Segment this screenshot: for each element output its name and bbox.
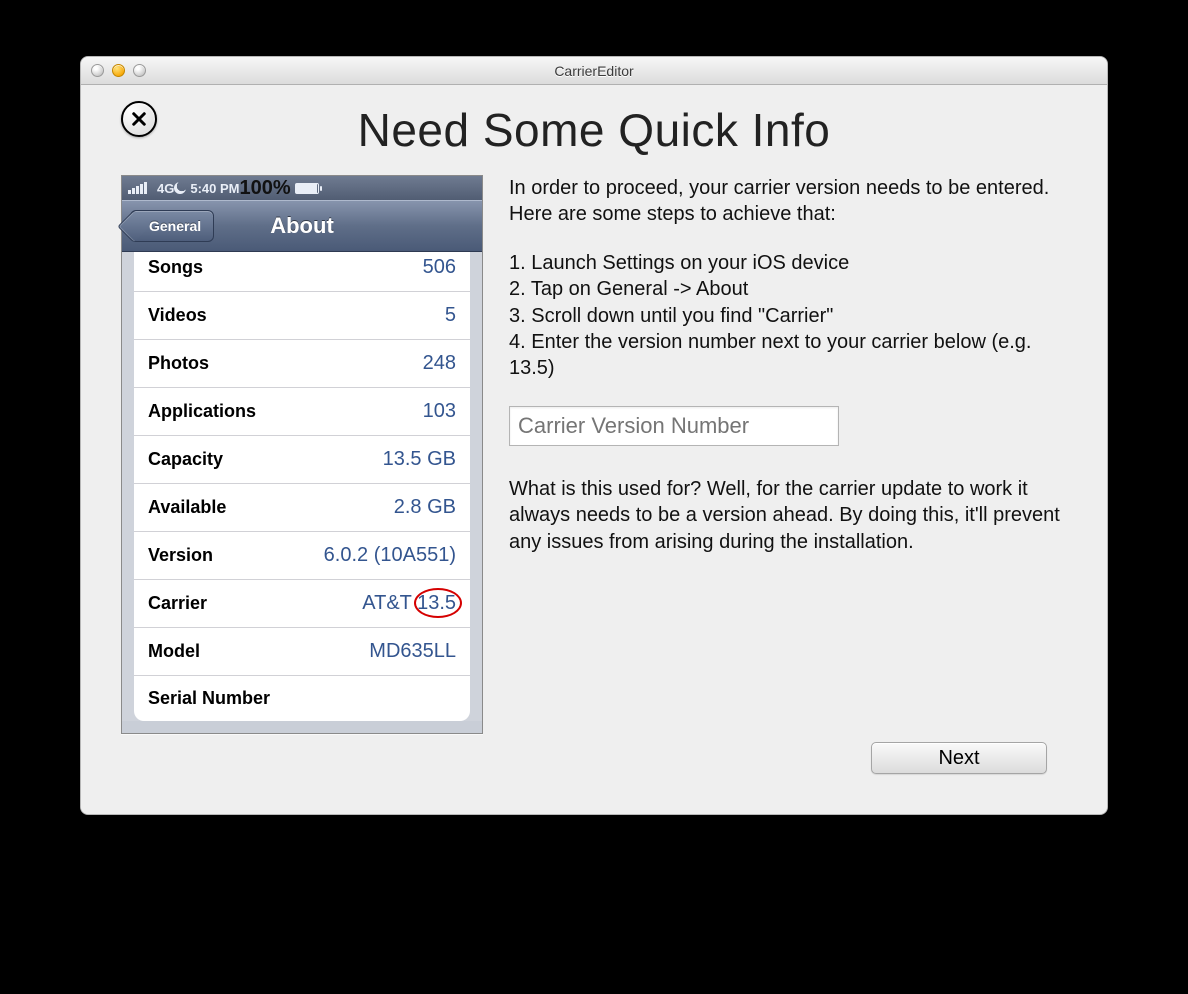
about-row: Version 6.0.2 (10A551) — [134, 532, 470, 580]
row-label: Available — [148, 497, 226, 518]
explanation-text: What is this used for? Well, for the car… — [509, 476, 1067, 555]
close-icon — [130, 110, 148, 128]
battery-icon — [295, 183, 319, 194]
row-value: 248 — [423, 352, 456, 375]
step-item: 1. Launch Settings on your iOS device — [509, 250, 1067, 276]
row-label: Serial Number — [148, 688, 270, 709]
about-row: Carrier AT&T 13.5 — [134, 580, 470, 628]
row-value: MD635LL — [369, 640, 456, 663]
highlight-circle — [414, 588, 462, 618]
row-value: 5 — [445, 304, 456, 327]
intro-text: In order to proceed, your carrier versio… — [509, 175, 1067, 228]
row-value: 103 — [423, 400, 456, 423]
row-label: Photos — [148, 353, 209, 374]
row-label: Capacity — [148, 449, 223, 470]
ios-about-list: Songs 506 Videos 5 Photos 248 Applications 103 C… — [122, 252, 482, 721]
ios-status-bar: 4G 5:40 PM 100% — [122, 176, 482, 200]
status-net: 4G — [157, 181, 174, 196]
window-title: CarrierEditor — [81, 63, 1107, 79]
about-row: Capacity 13.5 GB — [134, 436, 470, 484]
steps-list: 1. Launch Settings on your iOS device2. … — [509, 250, 1067, 382]
about-row: Model MD635LL — [134, 628, 470, 676]
signal-icon — [128, 182, 147, 194]
row-label: Model — [148, 641, 200, 662]
next-button[interactable]: Next — [871, 742, 1047, 774]
status-time: 5:40 PM — [190, 181, 239, 196]
about-row: Available 2.8 GB — [134, 484, 470, 532]
app-window: CarrierEditor Need Some Quick Info 4G — [80, 56, 1108, 815]
status-battery-pct: 100% — [239, 175, 290, 201]
row-value: 2.8 GB — [394, 496, 456, 519]
ios-navbar: General About — [122, 200, 482, 252]
page-heading: Need Some Quick Info — [121, 103, 1067, 157]
about-row: Songs 506 — [134, 252, 470, 292]
step-item: 2. Tap on General -> About — [509, 276, 1067, 302]
about-row: Serial Number — [134, 676, 470, 721]
instructions-panel: In order to proceed, your carrier versio… — [509, 175, 1067, 734]
about-row: Videos 5 — [134, 292, 470, 340]
carrier-version-input[interactable] — [509, 406, 839, 446]
moon-icon — [174, 182, 186, 194]
titlebar: CarrierEditor — [81, 57, 1107, 85]
row-label: Applications — [148, 401, 256, 422]
row-label: Songs — [148, 257, 203, 278]
about-row: Photos 248 — [134, 340, 470, 388]
row-value: 6.0.2 (10A551) — [324, 544, 456, 567]
row-value: AT&T 13.5 — [362, 592, 456, 615]
example-screenshot: 4G 5:40 PM 100% General About — [121, 175, 483, 734]
row-label: Carrier — [148, 593, 207, 614]
row-value: 13.5 GB — [383, 448, 456, 471]
step-item: 4. Enter the version number next to your… — [509, 329, 1067, 382]
row-value: 506 — [423, 256, 456, 279]
row-label: Videos — [148, 305, 207, 326]
window-body: Need Some Quick Info 4G 5:40 PM — [81, 85, 1107, 814]
about-row: Applications 103 — [134, 388, 470, 436]
step-item: 3. Scroll down until you find "Carrier" — [509, 303, 1067, 329]
row-label: Version — [148, 545, 213, 566]
nav-title: About — [122, 213, 482, 239]
close-panel-button[interactable] — [121, 101, 157, 137]
